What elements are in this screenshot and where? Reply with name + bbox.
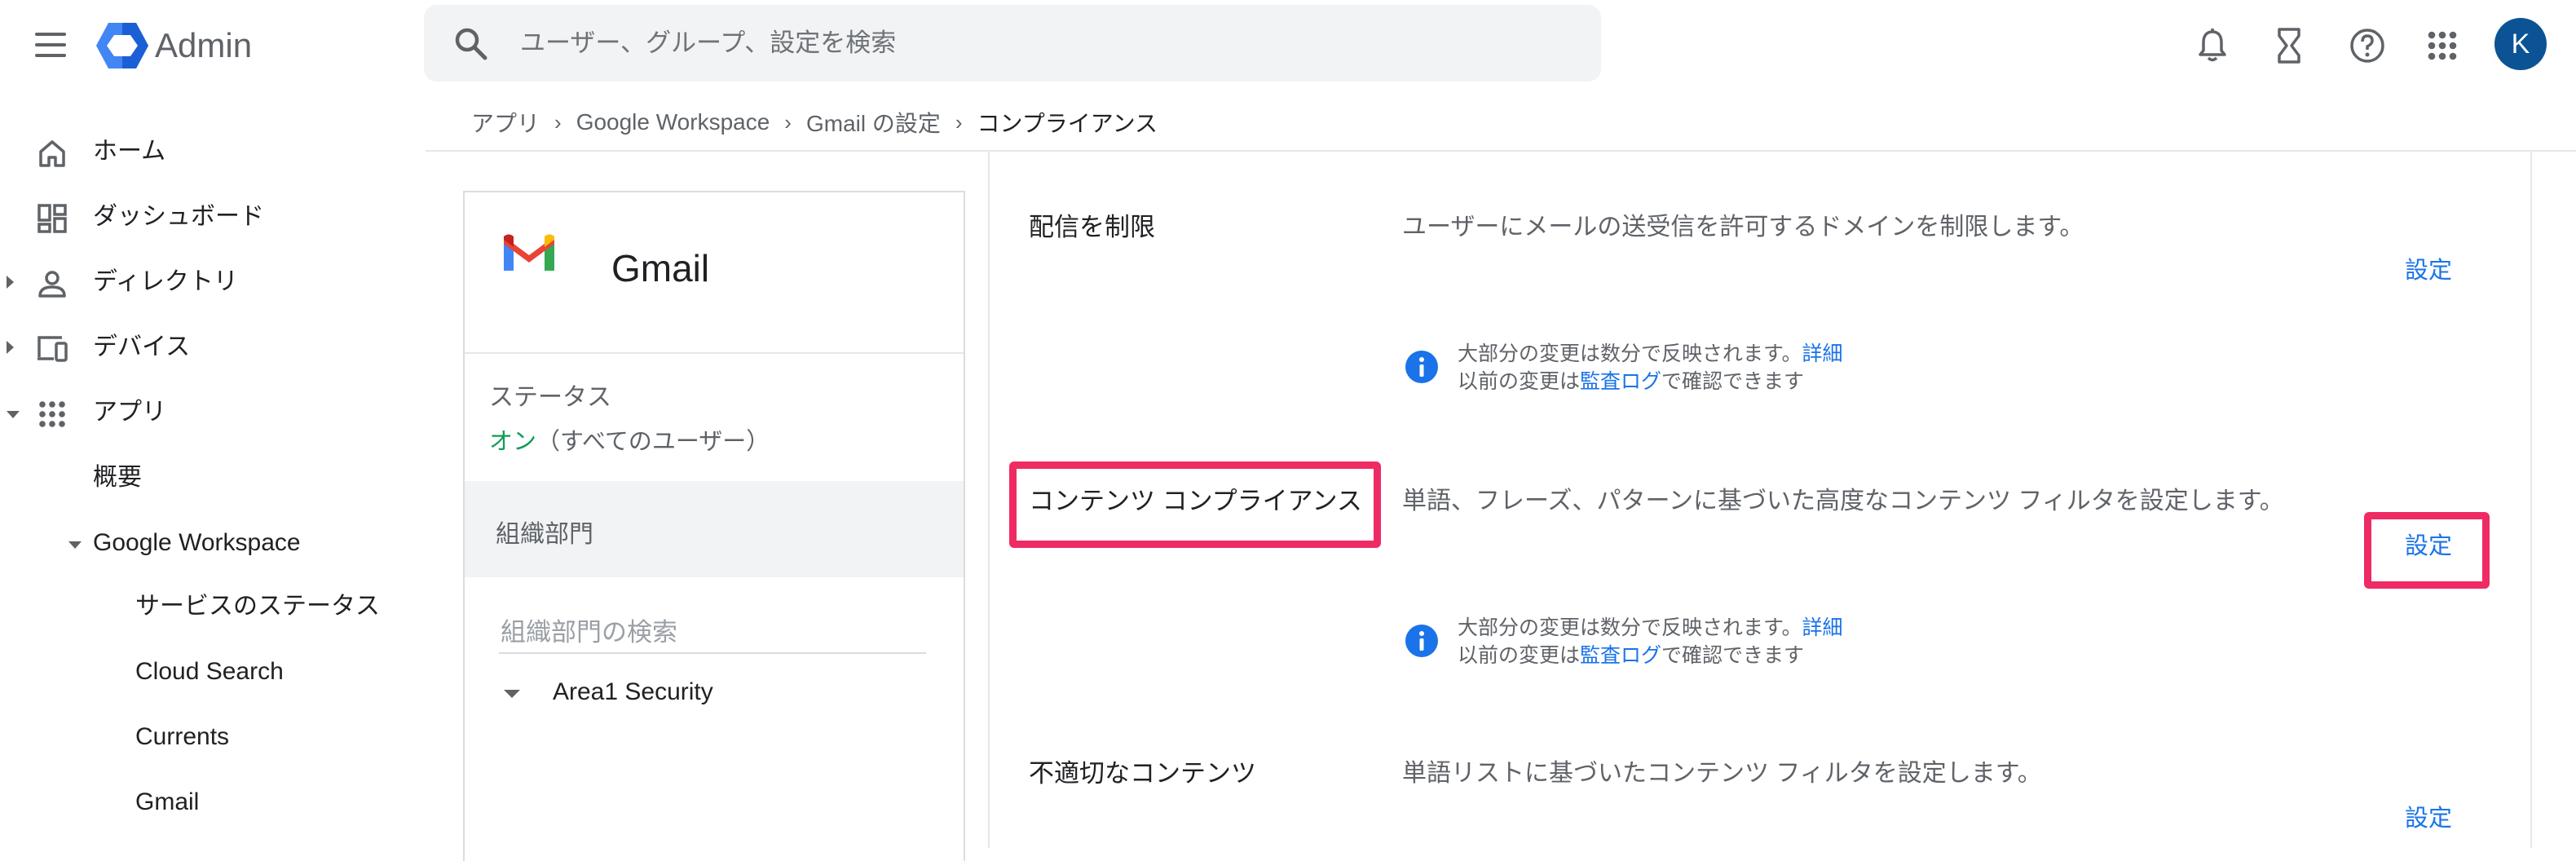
configure-button[interactable]: 設定 (2405, 804, 2452, 833)
caret-down-icon[interactable] (68, 541, 82, 549)
section-description: 単語、フレーズ、パターンに基づいた高度なコンテンツ フィルタを設定します。 (1402, 488, 2284, 514)
hourglass-icon[interactable] (2268, 24, 2310, 67)
person-icon (38, 271, 66, 298)
menu-icon[interactable] (33, 29, 68, 62)
chevron-right-icon: › (554, 109, 562, 135)
status-label: ステータス (489, 384, 611, 411)
sidebar-item-label: Gmail (135, 788, 200, 815)
status-on-text: オン (489, 429, 537, 455)
panel-divider (2530, 152, 2532, 848)
sidebar-item-label: Currents (135, 723, 230, 750)
sidebar-item-google-workspace[interactable]: Google Workspace (0, 517, 408, 569)
app-card: Gmail ステータス オン（すべてのユーザー） 組織部門 Area1 Secu… (463, 191, 965, 861)
bell-icon[interactable] (2191, 24, 2234, 67)
gmail-logo-icon (504, 234, 554, 271)
org-unit-label: Area1 Security (553, 678, 713, 705)
info-icon (1405, 351, 1438, 383)
sidebar-item-service-status[interactable]: サービスのステータス (0, 581, 408, 633)
details-link[interactable]: 詳細 (1802, 616, 1843, 639)
details-link[interactable]: 詳細 (1802, 342, 1843, 365)
sidebar-item-directory[interactable]: ディレクトリ (0, 256, 408, 308)
sidebar-item-apps[interactable]: アプリ (0, 386, 408, 439)
admin-logo-icon[interactable] (95, 21, 150, 70)
status-scope-text: （すべてのユーザー） (536, 429, 770, 455)
sidebar-item-overview[interactable]: 概要 (0, 452, 408, 504)
dashboard-icon (37, 204, 67, 233)
sidebar-item-devices[interactable]: デバイス (0, 321, 408, 373)
info-note: 大部分の変更は数分で反映されます。詳細 以前の変更は監査ログで確認できます (1402, 615, 1973, 672)
app-name[interactable]: Admin (155, 24, 252, 67)
org-unit-search-input[interactable] (499, 613, 926, 654)
chevron-right-icon: › (955, 109, 963, 135)
breadcrumb-gmail-settings[interactable]: Gmail の設定 (806, 106, 941, 139)
sidebar-item-home[interactable]: ホーム (0, 126, 408, 178)
org-units-title: 組織部門 (496, 521, 593, 548)
caret-right-icon[interactable] (7, 341, 14, 354)
info-line: 大部分の変更は数分で反映されます。詳細 (1458, 342, 1843, 365)
breadcrumb: アプリ › Google Workspace › Gmail の設定 › コンプ… (471, 104, 1158, 140)
home-icon (39, 140, 65, 167)
top-bar: Admin K (0, 0, 2576, 91)
sidebar-item-label: ダッシュボード (93, 203, 264, 230)
sidebar-item-label: ホーム (93, 138, 166, 165)
section-description: ユーザーにメールの送受信を許可するドメインを制限します。 (1402, 214, 2084, 241)
org-unit-item[interactable]: Area1 Security (497, 673, 921, 714)
info-note: 大部分の変更は数分で反映されます。詳細 以前の変更は監査ログで確認できます (1402, 341, 1973, 398)
caret-down-icon[interactable] (7, 411, 20, 418)
info-icon (1405, 625, 1438, 657)
breadcrumb-current: コンプライアンス (977, 111, 1158, 136)
audit-log-link[interactable]: 監査ログ (1580, 370, 1661, 393)
breadcrumb-divider (426, 150, 2576, 152)
info-line: 大部分の変更は数分で反映されます。詳細 (1458, 616, 1843, 639)
info-line: 以前の変更は監査ログで確認できます (1458, 370, 1805, 393)
sidebar-item-gmail[interactable]: Gmail (0, 776, 408, 828)
sidebar-item-label: ディレクトリ (93, 268, 238, 295)
apps-grid-icon[interactable] (2421, 24, 2464, 67)
breadcrumb-google-workspace[interactable]: Google Workspace (576, 109, 770, 135)
status-value: オン（すべてのユーザー） (489, 422, 770, 457)
panel-divider (988, 152, 990, 848)
apps-icon (39, 401, 65, 427)
sidebar-item-currents[interactable]: Currents (0, 711, 408, 763)
search-bar[interactable] (424, 5, 1601, 82)
audit-log-link[interactable]: 監査ログ (1580, 644, 1661, 667)
devices-icon (37, 336, 68, 362)
search-icon[interactable] (453, 26, 489, 62)
content-compliance-configure-button[interactable]: 設定 (2405, 532, 2452, 561)
app-title: Gmail (611, 247, 710, 289)
sidebar-item-label: アプリ (93, 399, 166, 426)
section-description: 単語リストに基づいたコンテンツ フィルタを設定します。 (1402, 760, 2042, 787)
info-line: 以前の変更は監査ログで確認できます (1458, 644, 1805, 667)
avatar[interactable]: K (2494, 18, 2547, 70)
org-units-header: 組織部門 (465, 481, 964, 577)
configure-button[interactable]: 設定 (2405, 256, 2452, 285)
chevron-right-icon: › (784, 109, 792, 135)
help-icon[interactable] (2346, 24, 2389, 67)
breadcrumb-apps[interactable]: アプリ (471, 106, 540, 139)
section-title-objectionable-content: 不適切なコンテンツ (1029, 759, 1256, 788)
card-divider (465, 352, 964, 354)
sidebar-item-label: サービスのステータス (135, 593, 380, 620)
caret-right-icon[interactable] (7, 276, 14, 289)
sidebar-item-cloud-search[interactable]: Cloud Search (0, 646, 408, 698)
sidebar-item-label: Cloud Search (135, 658, 284, 685)
search-input[interactable] (518, 16, 1581, 70)
sidebar-item-label: デバイス (93, 333, 191, 360)
caret-down-icon[interactable] (504, 690, 520, 698)
sidebar-item-label: 概要 (93, 464, 142, 491)
section-title-restrict-delivery: 配信を制限 (1029, 213, 1155, 241)
section-title-content-compliance: コンテンツ コンプライアンス (1029, 487, 1362, 515)
sidebar-item-dashboard[interactable]: ダッシュボード (0, 191, 408, 243)
sidebar-item-label: Google Workspace (93, 529, 301, 556)
